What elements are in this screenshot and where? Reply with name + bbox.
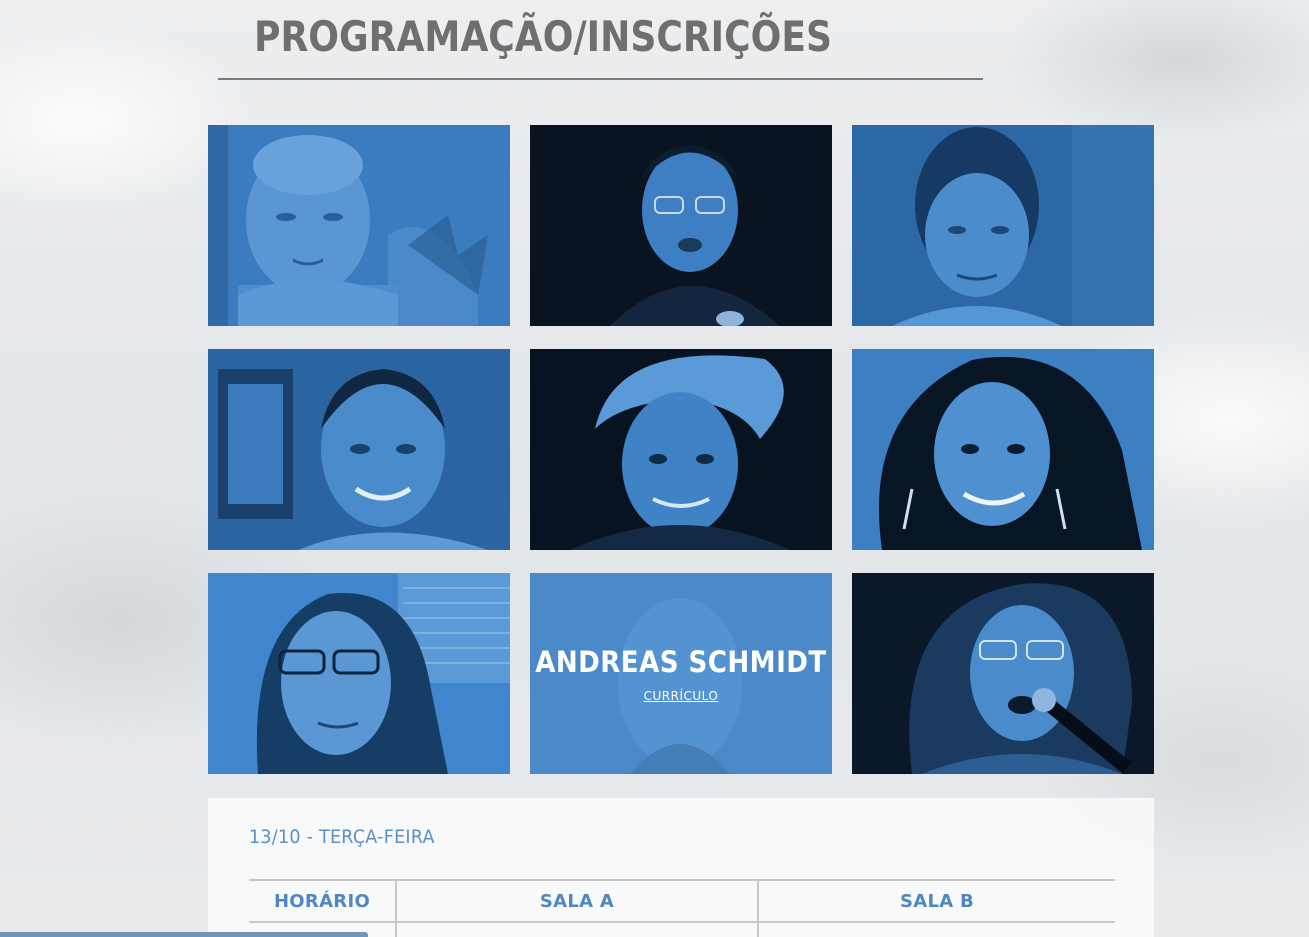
speaker-photo [852, 125, 1154, 326]
speaker-photo [208, 349, 510, 550]
title-divider [218, 78, 983, 80]
speaker-card[interactable] [852, 125, 1154, 326]
table-cell [397, 923, 759, 937]
schedule-panel: 13/10 - TERÇA-FEIRA HORÁRIO SALA A SALA … [208, 798, 1154, 937]
speaker-card[interactable] [530, 125, 832, 326]
column-header-horario: HORÁRIO [249, 881, 397, 921]
speakers-grid: ANDREAS SCHMIDT CURRÍCULO [208, 125, 1154, 774]
column-header-sala-a: SALA A [397, 881, 759, 921]
speaker-photo [208, 573, 510, 774]
table-row [249, 923, 1115, 937]
curriculo-link[interactable]: CURRÍCULO [644, 689, 719, 703]
column-header-sala-b: SALA B [899, 890, 975, 912]
speaker-card[interactable] [208, 349, 510, 550]
schedule-table: HORÁRIO SALA A SALA B [249, 879, 1115, 937]
speaker-card[interactable] [208, 125, 510, 326]
speaker-card[interactable] [852, 573, 1154, 774]
bottom-toolbar-edge[interactable] [0, 932, 368, 937]
speaker-photo [530, 125, 832, 326]
speaker-card[interactable] [530, 349, 832, 550]
schedule-day-label: 13/10 - TERÇA-FEIRA [249, 826, 435, 848]
speaker-hover-overlay: ANDREAS SCHMIDT CURRÍCULO [530, 573, 832, 774]
speaker-photo [852, 573, 1154, 774]
page-title: PROGRAMAÇÃO/INSCRIÇÕES [254, 12, 833, 61]
speaker-photo [530, 349, 832, 550]
speaker-card[interactable] [852, 349, 1154, 550]
table-cell [759, 923, 1115, 937]
speaker-photo [208, 125, 510, 326]
speaker-name: ANDREAS SCHMIDT [535, 644, 827, 679]
speaker-card[interactable] [208, 573, 510, 774]
schedule-table-header: HORÁRIO SALA A SALA B [249, 881, 1115, 923]
speaker-card[interactable]: ANDREAS SCHMIDT CURRÍCULO [530, 573, 832, 774]
speaker-photo [852, 349, 1154, 550]
